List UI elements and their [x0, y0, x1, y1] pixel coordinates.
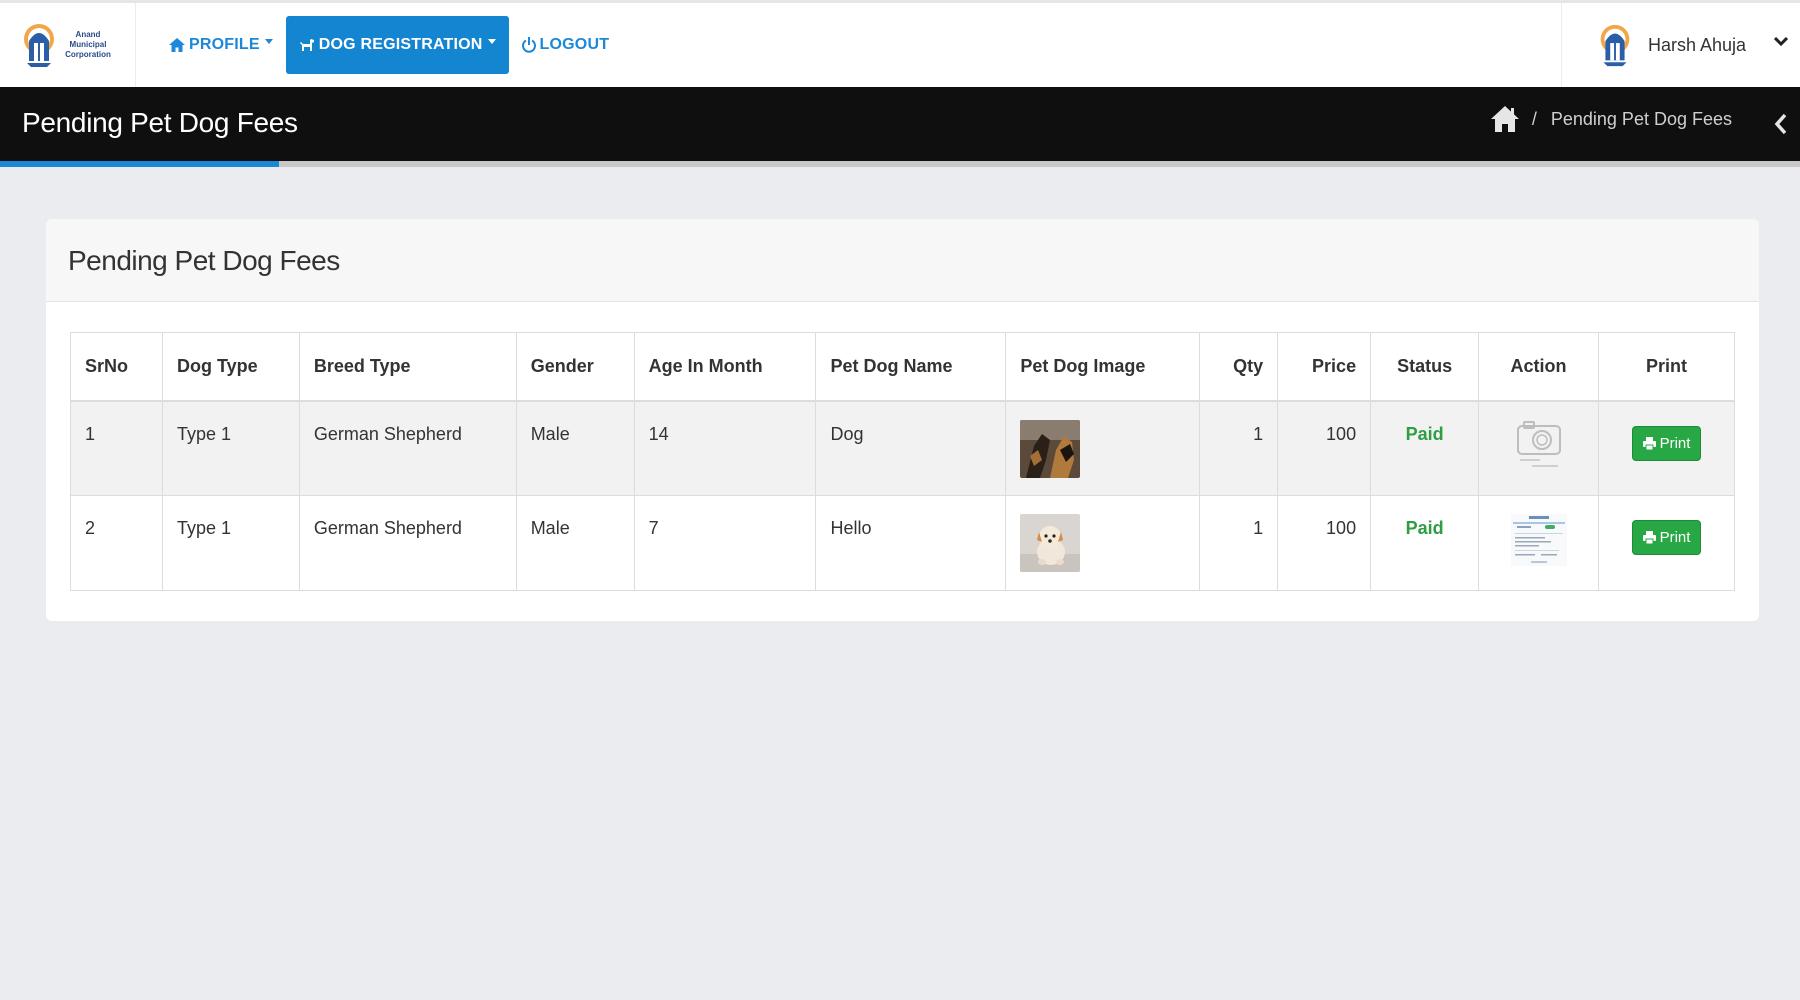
cell-srno: 1 [70, 400, 163, 496]
breadcrumb: / Pending Pet Dog Fees [1490, 105, 1732, 133]
home-icon [169, 38, 185, 52]
cell-price: 100 [1277, 400, 1372, 496]
card-title: Pending Pet Dog Fees [68, 245, 340, 276]
column-header[interactable]: Status [1370, 332, 1480, 402]
nav-profile-label: PROFILE [189, 36, 260, 53]
cell-age: 7 [633, 495, 817, 591]
cell-dog-image [1005, 400, 1201, 496]
german-shepherd-photo[interactable] [1020, 419, 1081, 478]
cell-dog-image [1005, 495, 1201, 591]
card-header: Pending Pet Dog Fees [46, 219, 1759, 302]
document-thumbnail-icon[interactable] [1510, 512, 1567, 568]
cell-price: 100 [1277, 495, 1372, 591]
cell-action [1478, 495, 1599, 591]
column-header[interactable]: Action [1478, 332, 1599, 402]
municipal-emblem-icon [24, 24, 54, 67]
cell-breed: German Shepherd [298, 495, 517, 591]
nav-profile[interactable]: PROFILE [156, 16, 286, 74]
column-header[interactable]: Print [1597, 332, 1736, 402]
pending-fees-card: Pending Pet Dog Fees SrNo Dog Type Breed… [46, 219, 1759, 621]
print-button-label: Print [1659, 434, 1691, 452]
column-header[interactable]: Pet Dog Image [1005, 332, 1201, 402]
cell-dog-name: Dog [815, 400, 1007, 496]
cell-age: 14 [633, 400, 817, 496]
table-header-row: SrNo Dog Type Breed Type Gender Age In M… [70, 332, 1736, 402]
breadcrumb-separator: / [1531, 108, 1537, 129]
column-header[interactable]: Qty [1199, 332, 1279, 402]
brand-logo[interactable]: Anand Municipal Corporation [0, 3, 136, 87]
avatar [1600, 24, 1630, 67]
cell-gender: Male [515, 400, 635, 496]
page-header: Pending Pet Dog Fees / Pending Pet Dog F… [0, 87, 1800, 161]
nav-logout-label: LOGOUT [539, 36, 610, 53]
cell-print: Print [1597, 400, 1736, 496]
user-menu[interactable]: Harsh Ahuja [1561, 3, 1800, 87]
column-header[interactable]: Price [1277, 332, 1372, 402]
cell-gender: Male [515, 495, 635, 591]
pending-fees-table: SrNo Dog Type Breed Type Gender Age In M… [70, 332, 1736, 591]
power-icon [521, 37, 536, 53]
table-container: SrNo Dog Type Breed Type Gender Age In M… [70, 332, 1736, 591]
nav-dog-registration-label: DOG REGISTRATION [318, 36, 483, 53]
logo-text: Anand Municipal Corporation [65, 30, 111, 59]
cell-breed: German Shepherd [298, 400, 517, 496]
no-image-available-icon[interactable] [1512, 418, 1566, 472]
nav-logout[interactable]: LOGOUT [509, 16, 623, 74]
cell-qty: 1 [1199, 495, 1279, 591]
cell-action [1478, 400, 1599, 496]
cell-dog-name: Hello [815, 495, 1007, 591]
dog-icon [299, 39, 314, 51]
chevron-left-icon[interactable] [1774, 113, 1788, 135]
column-header[interactable]: Dog Type [161, 332, 300, 402]
top-navbar: Anand Municipal Corporation PROFILE DOG … [0, 0, 1800, 87]
table-row: 1 Type 1 German Shepherd Male 14 Dog 1 1… [70, 400, 1736, 496]
home-icon[interactable] [1490, 105, 1520, 133]
breadcrumb-current: Pending Pet Dog Fees [1550, 108, 1732, 129]
cell-srno: 2 [70, 495, 163, 591]
column-header[interactable]: Gender [515, 332, 635, 402]
column-header[interactable]: Pet Dog Name [815, 332, 1007, 402]
page-progress-fill [0, 161, 279, 167]
column-header[interactable]: Age In Month [633, 332, 817, 402]
status-badge: Paid [1370, 495, 1480, 591]
status-badge: Paid [1370, 400, 1480, 496]
printer-icon [1642, 436, 1656, 450]
cell-qty: 1 [1199, 400, 1279, 496]
user-name: Harsh Ahuja [1648, 34, 1747, 55]
cell-dog-type: Type 1 [161, 400, 300, 496]
nav-dog-registration[interactable]: DOG REGISTRATION [285, 16, 509, 74]
printer-icon [1642, 531, 1656, 544]
page-progress-bar [0, 161, 1800, 167]
puppy-photo[interactable] [1020, 514, 1081, 572]
main-nav: PROFILE DOG REGISTRATION LOGOUT [156, 15, 622, 75]
cell-dog-type: Type 1 [161, 495, 300, 591]
chevron-down-icon [264, 38, 273, 44]
column-header[interactable]: SrNo [70, 332, 163, 402]
chevron-down-icon [487, 38, 496, 44]
chevron-down-icon[interactable] [1774, 37, 1788, 47]
page-title: Pending Pet Dog Fees [22, 107, 298, 138]
print-button-label: Print [1659, 529, 1691, 546]
print-button[interactable]: Print [1631, 520, 1702, 555]
table-row: 2 Type 1 German Shepherd Male 7 Hello 1 … [70, 495, 1736, 591]
print-button[interactable]: Print [1631, 425, 1702, 461]
cell-print: Print [1597, 495, 1736, 591]
column-header[interactable]: Breed Type [298, 332, 517, 402]
